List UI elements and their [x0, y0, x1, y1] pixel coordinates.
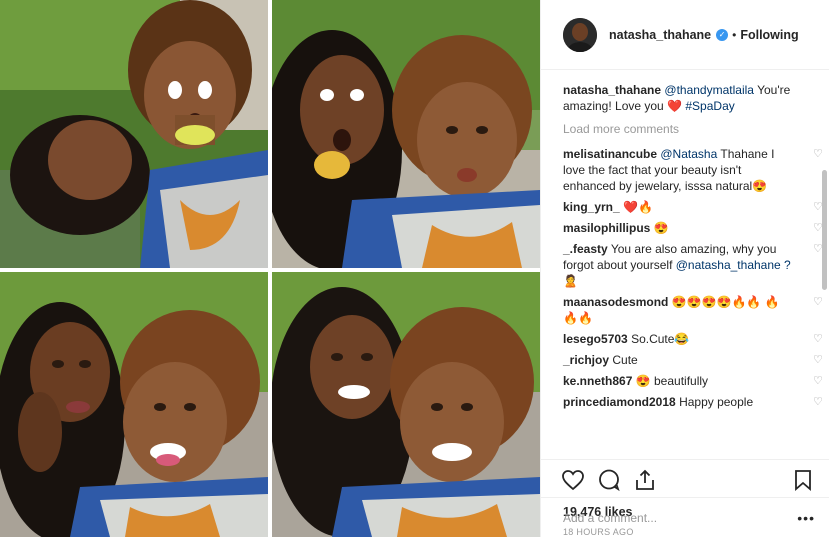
like-comment-heart-icon[interactable]: ♡ [813, 376, 825, 387]
caption-username[interactable]: natasha_thahane [563, 83, 661, 97]
collage-photo-2 [272, 0, 540, 268]
comment-item: masilophillipus 😍 ♡ [563, 220, 823, 236]
like-heart-icon[interactable] [561, 468, 585, 492]
save-bookmark-icon[interactable] [791, 468, 815, 492]
comment-item: lesego5703 So.Cute😂 ♡ [563, 331, 823, 347]
comment-username[interactable]: lesego5703 [563, 332, 628, 346]
collage-photo-4 [272, 272, 540, 537]
comment-item: ke.nneth867 😍 beautifully ♡ [563, 373, 823, 389]
comment-item: _richjoy Cute ♡ [563, 352, 823, 368]
comment-item: maanasodesmond 😍😍😍😍🔥🔥 🔥🔥🔥 ♡ [563, 294, 823, 326]
like-comment-heart-icon[interactable]: ♡ [813, 297, 825, 308]
caption-emoji: ❤️ [667, 99, 683, 113]
comment-item: princediamond2018 Happy people ♡ [563, 394, 823, 410]
comment-item: melisatinancube @Natasha Thahane I love … [563, 146, 823, 194]
more-options-icon[interactable]: ••• [797, 510, 815, 526]
caption-hashtag[interactable]: #SpaDay [685, 99, 734, 113]
like-comment-heart-icon[interactable]: ♡ [813, 334, 825, 345]
comment-text: Happy people [679, 395, 754, 409]
comment-username[interactable]: maanasodesmond [563, 295, 668, 309]
collage-photo-1 [0, 0, 268, 268]
like-comment-heart-icon[interactable]: ♡ [813, 397, 825, 408]
add-comment-row: ••• [541, 497, 829, 537]
comment-username[interactable]: _richjoy [563, 353, 609, 367]
comment-text: So.Cute😂 [631, 332, 690, 346]
post-actions [541, 459, 829, 499]
load-more-comments-button[interactable]: Load more comments [563, 122, 799, 136]
following-button[interactable]: Following [740, 28, 798, 42]
verified-badge-icon: ✓ [716, 28, 729, 41]
post-header: natasha_thahane ✓ • Following [541, 0, 829, 70]
comment-username[interactable]: princediamond2018 [563, 395, 676, 409]
comments-list[interactable]: natasha_thahane @thandymatlaila You're a… [541, 70, 829, 459]
like-comment-heart-icon[interactable]: ♡ [813, 202, 825, 213]
comment-text: ❤️🔥 [623, 200, 653, 214]
comment-username[interactable]: melisatinancube [563, 147, 657, 161]
comment-username[interactable]: ke.nneth867 [563, 374, 632, 388]
header-username[interactable]: natasha_thahane [609, 28, 711, 42]
share-upload-icon[interactable] [633, 468, 657, 492]
instagram-post: natasha_thahane ✓ • Following natasha_th… [0, 0, 829, 537]
like-comment-heart-icon[interactable]: ♡ [813, 223, 825, 234]
avatar[interactable] [563, 17, 597, 52]
comment-mention[interactable]: @Natasha [660, 147, 717, 161]
caption-mention[interactable]: @thandymatlaila [664, 83, 754, 97]
collage-photo-3 [0, 272, 268, 537]
comment-item: _.feasty You are also amazing, why you f… [563, 241, 823, 289]
comment-username[interactable]: king_yrn_ [563, 200, 620, 214]
like-comment-heart-icon[interactable]: ♡ [813, 149, 825, 160]
comment-text: 😍 beautifully [635, 374, 709, 388]
comment-text: Cute [612, 353, 638, 367]
like-comment-heart-icon[interactable]: ♡ [813, 244, 825, 255]
header-separator: • [732, 27, 737, 42]
post-photo[interactable] [0, 0, 540, 537]
post-caption: natasha_thahane @thandymatlaila You're a… [563, 82, 799, 114]
comment-bubble-icon[interactable] [597, 468, 621, 492]
add-comment-input[interactable] [563, 510, 798, 525]
comment-username[interactable]: masilophillipus [563, 221, 650, 235]
like-comment-heart-icon[interactable]: ♡ [813, 355, 825, 366]
comment-username[interactable]: _.feasty [563, 242, 608, 256]
comment-item: king_yrn_ ❤️🔥 ♡ [563, 199, 823, 215]
comment-text: 😍 [653, 221, 669, 235]
post-side-panel: natasha_thahane ✓ • Following natasha_th… [540, 0, 829, 537]
